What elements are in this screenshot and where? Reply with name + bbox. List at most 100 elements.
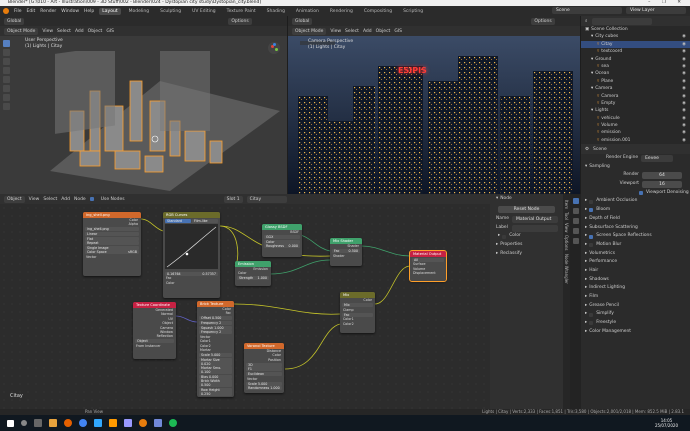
viewport-denoising-checkbox[interactable] [639,191,643,196]
menu-render[interactable]: Render [40,9,56,14]
sidebar-tab-options[interactable]: Options [564,235,569,250]
color-space-dropdown[interactable]: Color Space sRGB [85,250,139,255]
windows-start-icon[interactable] [7,419,14,427]
mix-rgb-fac-field[interactable]: Fac [342,312,373,317]
outliner-row[interactable]: ▿ Plane ◉ [581,78,690,85]
spotify-icon[interactable] [169,419,177,427]
property-section-row[interactable]: ▸ Ambient Occlusion [581,197,690,206]
menu-file[interactable]: File [14,9,22,14]
brick-mortar-size-field[interactable]: Mortar Size 0.020 [199,357,232,366]
photoshop-icon[interactable] [94,419,102,427]
system-clock[interactable]: 14:05 25/07/2020 [655,418,678,428]
scene-field[interactable]: Scene [552,7,622,14]
voronoi-metric-dropdown[interactable]: Euclidean [246,372,282,376]
brick-row-height-field[interactable]: Row Height 0.250 [199,387,232,396]
property-section-row[interactable]: ▸ Freestyle [581,319,690,328]
workspace-tab-uv-editing[interactable]: UV Editing [189,8,218,15]
blender-logo-icon[interactable] [3,8,9,14]
outliner-row[interactable]: ▿ Camera ◉ [581,93,690,100]
glossy-color-field[interactable]: Color [264,239,300,244]
workspace-tab-animation[interactable]: Animation [293,8,322,15]
outliner-row[interactable]: ▾ City cubes ◉ [581,33,690,40]
measure-tool-icon[interactable] [3,103,10,110]
task-view-icon[interactable] [34,419,42,427]
right-menu-select[interactable]: Select [345,29,359,34]
after-effects-icon[interactable] [124,419,132,427]
eye-icon[interactable]: ◉ [682,122,686,129]
eye-icon[interactable]: ◉ [682,56,686,63]
brick-mortar-smooth-field[interactable]: Mortar Smo. 0.100 [199,366,232,375]
source-dropdown[interactable]: Single Image [85,245,139,250]
outliner-search-icon[interactable]: ⌕ [585,18,588,24]
right-mode-dropdown[interactable]: Object Mode [292,27,327,35]
workspace-tab-layout[interactable]: Layout [99,7,121,15]
left-menu-object[interactable]: Object [88,29,103,34]
eye-icon[interactable]: ◉ [682,48,686,55]
firefox-icon[interactable] [64,419,72,427]
node-material-output[interactable]: Material Output All Surface Volume Displ… [409,250,447,282]
viewport-samples-field[interactable]: 16 [642,180,682,188]
property-section-row[interactable]: ▸ Depth of Field [581,215,690,224]
reset-node-button[interactable]: Reset Node [498,206,555,213]
axis-y-icon[interactable] [275,48,278,51]
node-brick-texture[interactable]: Brick Texture Color Fac Offset 0.500 Fre… [197,301,234,397]
curve-graph[interactable] [165,224,218,269]
cursor-tool-icon[interactable] [3,49,10,56]
right-3d-viewport[interactable]: ESIPIS Camera Perspective (1) Lights | C… [288,36,580,194]
node-texture-coordinate[interactable]: Texture Coordinate Generated Normal UV O… [133,302,176,359]
search-icon[interactable] [21,420,27,426]
illustrator-icon[interactable] [109,419,117,427]
brick-squash-field[interactable]: Squash 1.000 [199,325,232,330]
rotate-tool-icon[interactable] [3,67,10,74]
discord-icon[interactable] [154,419,162,427]
brick-frequency2-field[interactable]: Frequency 2 [199,330,232,335]
move-tool-icon[interactable] [3,58,10,65]
node-mix-rgb[interactable]: Mix Color Mix Clamp Fac Color1 Color2 [340,292,375,333]
workspace-tab-scripting[interactable]: Scripting [400,8,426,15]
eye-icon[interactable]: ◉ [682,78,686,85]
left-menu-gis[interactable]: GIS [106,29,114,34]
render-engine-dropdown[interactable]: Eevee [641,154,674,162]
node-menu-add[interactable]: Add [61,197,70,202]
property-section-row[interactable]: ▸ Hair [581,267,690,276]
sidebar-tab-view[interactable]: View [564,223,569,233]
select-box-tool-icon[interactable] [3,40,10,47]
transform-tool-icon[interactable] [3,85,10,92]
outliner-filter-field[interactable] [591,17,652,25]
node-label-field[interactable] [512,224,558,232]
section-checkbox[interactable] [589,321,594,326]
strength-field[interactable]: Strength 1.000 [237,276,269,281]
node-editor-type-dropdown[interactable]: Object [4,195,25,203]
menu-window[interactable]: Window [61,9,79,14]
projection-dropdown[interactable]: Flat [85,236,139,241]
node-menu-view[interactable]: View [29,197,40,202]
eye-icon[interactable]: ◉ [682,129,686,136]
outliner-row[interactable]: ▿ emission ◉ [581,129,690,136]
property-section-row[interactable]: ▸ Grease Pencil [581,302,690,311]
right-menu-gis[interactable]: GIS [394,29,402,34]
node-name-field[interactable]: Material Output [512,215,558,223]
node-voronoi-texture[interactable]: Voronoi Texture Distance Color Position … [244,343,284,393]
workspace-tab-sculpting[interactable]: Sculpting [157,8,184,15]
left-navigation-gizmo[interactable] [268,42,280,54]
render-properties-icon[interactable] [572,198,579,204]
brick-offset-field[interactable]: Offset 0.500 [199,316,232,321]
property-section-row[interactable]: ▸ Subsurface Scattering [581,224,690,233]
brick-bias-field[interactable]: Bias 0.000 [199,374,232,379]
property-section-row[interactable]: ▸ Performance [581,258,690,267]
slot-dropdown[interactable]: Slot 1 [223,195,243,203]
menu-help[interactable]: Help [84,9,94,14]
outliner-row[interactable]: ▿ Volume ◉ [581,122,690,129]
interpolation-dropdown[interactable]: Linear [85,232,139,236]
annotate-tool-icon[interactable] [3,94,10,101]
property-section-row[interactable]: ▸ Indirect Lighting [581,284,690,293]
brick-width-field[interactable]: Brick Width 0.500 [199,379,232,388]
left-3d-viewport[interactable]: User Perspective (1) Lights | Citay [0,36,287,194]
eye-icon[interactable]: ◉ [682,70,686,77]
render-samples-field[interactable]: 64 [642,172,682,180]
menu-edit[interactable]: Edit [27,9,36,14]
node-editor-canvas[interactable]: ing_shell.png Color Alpha ing_shell.png … [0,204,490,409]
world-properties-icon[interactable] [572,238,579,244]
brick-frequency-field[interactable]: Frequency 2 [199,321,232,325]
outliner-row[interactable]: ▿ textcoord ◉ [581,48,690,55]
